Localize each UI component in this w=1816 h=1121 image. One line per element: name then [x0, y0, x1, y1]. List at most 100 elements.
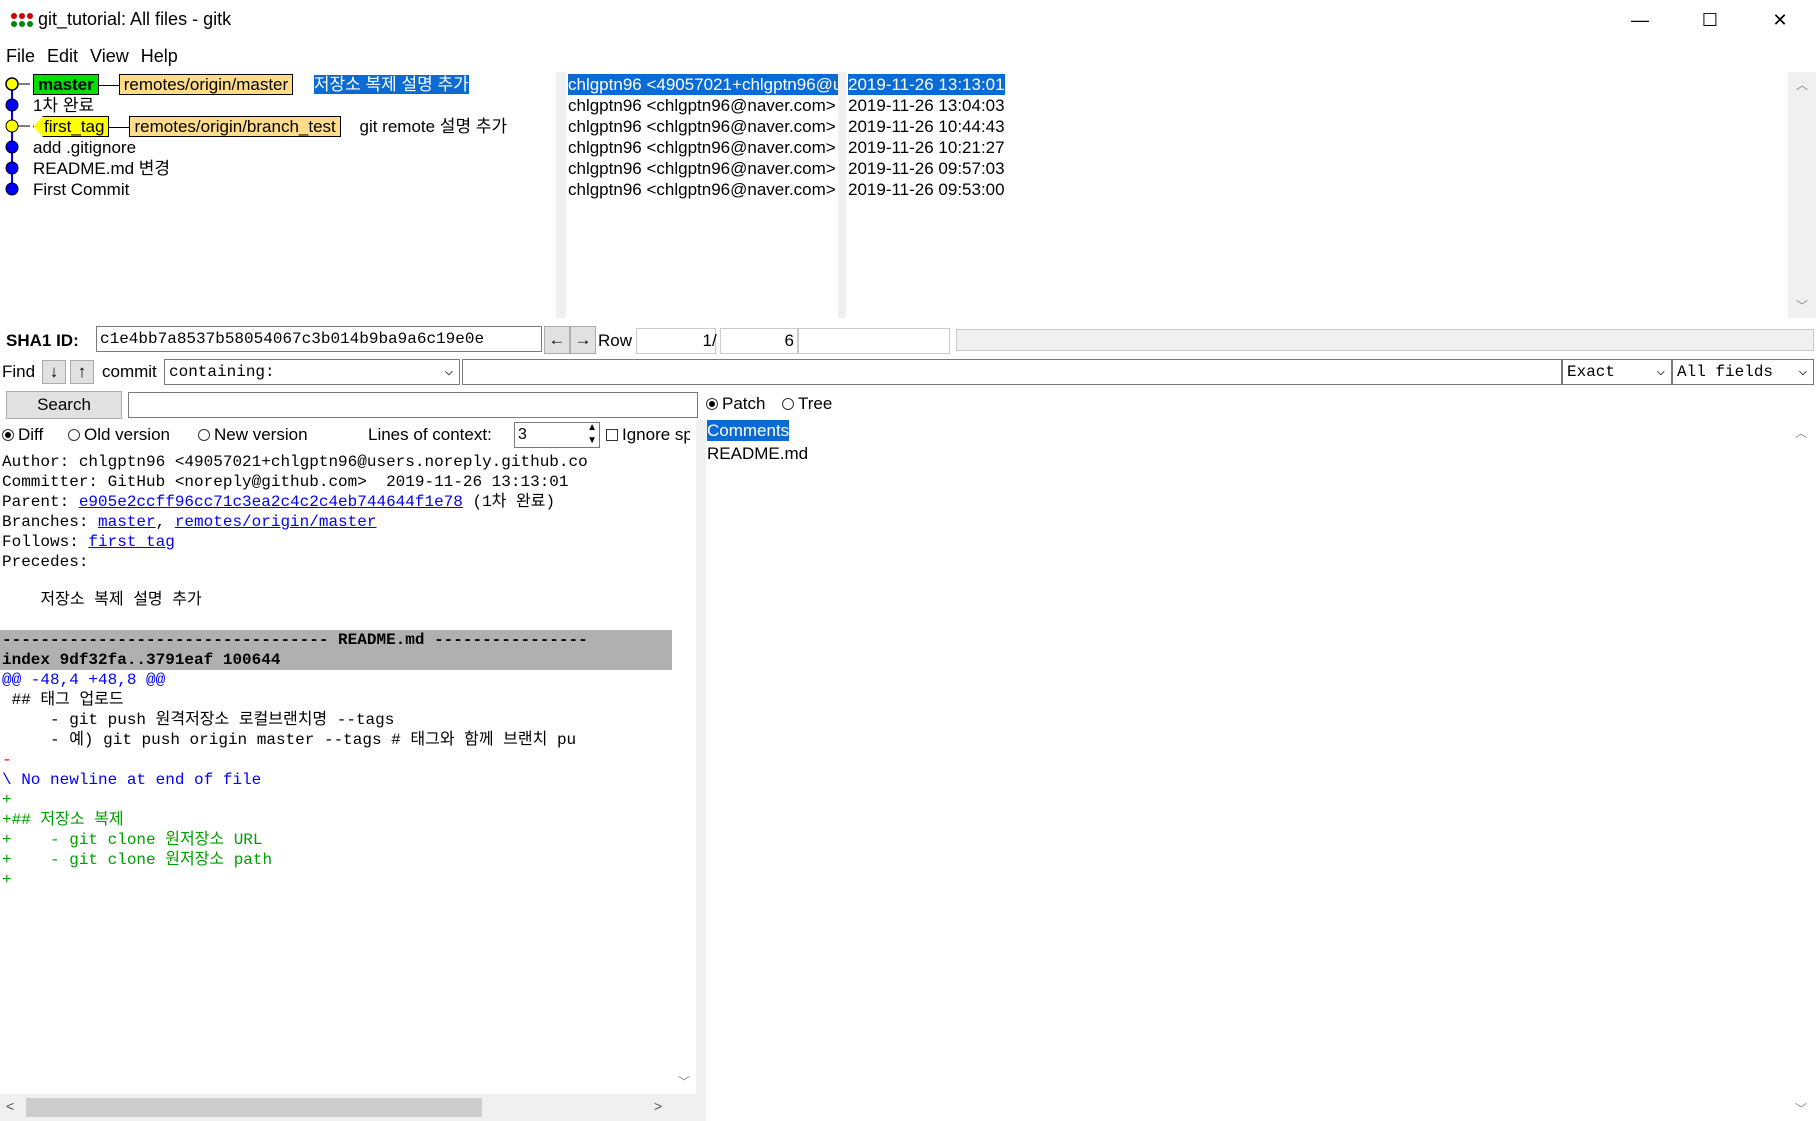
context-spinbox[interactable]: 3 ▲ ▼	[514, 422, 600, 448]
old-version-label: Old version	[84, 425, 170, 444]
commit-row[interactable]: first_tag remotes/origin/branch_test git …	[33, 116, 507, 137]
find-next-down-icon[interactable]: ↓	[42, 360, 66, 384]
menu-view[interactable]: View	[84, 44, 135, 69]
patch-radio[interactable]: Patch	[706, 394, 765, 414]
diff-vertical-scrollbar[interactable]: ﹀	[672, 452, 696, 1094]
date-cell: 2019-11-26 13:13:01	[848, 74, 1005, 95]
scroll-down-icon[interactable]: ﹀	[672, 1073, 696, 1090]
search-button[interactable]: Search	[6, 391, 122, 419]
graph-node[interactable]	[5, 161, 19, 175]
find-prev-up-icon[interactable]: ↑	[70, 360, 94, 384]
scroll-up-icon[interactable]: ︿	[1788, 76, 1816, 93]
pane-sash[interactable]	[556, 72, 566, 318]
spinner-arrows-icon[interactable]: ▲ ▼	[587, 421, 597, 447]
status-field	[798, 328, 950, 354]
new-version-radio[interactable]: New version	[198, 425, 308, 445]
commit-row[interactable]: master remotes/origin/master 저장소 복제 설명 추가	[33, 74, 469, 95]
pane-sash[interactable]	[696, 420, 706, 1121]
sha1-input[interactable]: c1e4bb7a8537b58054067c3b014b9ba9a6c19e0e	[96, 326, 542, 352]
commit-graph-pane[interactable]: master remotes/origin/master 저장소 복제 설명 추가…	[0, 72, 556, 318]
old-version-radio[interactable]: Old version	[68, 425, 170, 445]
chevron-down-icon: ⌵	[1656, 364, 1665, 380]
maximize-button[interactable]: ☐	[1676, 0, 1744, 40]
diff-no-newline-line: \ No newline at end of file	[2, 771, 262, 789]
new-version-label: New version	[214, 425, 308, 444]
diff-added-line: + - git clone 원저장소 path	[2, 851, 273, 869]
find-input[interactable]	[462, 359, 1562, 385]
chevron-down-icon: ⌵	[1798, 364, 1807, 380]
author-cell: chlgptn96 <chlgptn96@naver.com>	[568, 96, 836, 115]
diff-pane[interactable]: Author: chlgptn96 <49057021+chlgptn96@us…	[0, 452, 672, 1094]
diff-added-line: +## 저장소 복제	[2, 811, 124, 829]
minimize-button[interactable]: —	[1606, 0, 1674, 40]
ignore-space-label: Ignore sp	[622, 425, 690, 444]
radio-selected-icon	[2, 429, 14, 441]
author-pane[interactable]: chlgptn96 <49057021+chlgptn96@users.nore…	[566, 72, 838, 318]
scroll-left-icon[interactable]: <	[6, 1098, 14, 1114]
date-cell: 2019-11-26 10:21:27	[848, 138, 1005, 157]
commit-subject: add .gitignore	[33, 138, 137, 157]
branch-link-master[interactable]: master	[98, 513, 156, 531]
tag-link-first-tag[interactable]: first_tag	[88, 533, 174, 551]
date-pane[interactable]: 2019-11-26 13:13:01 2019-11-26 13:04:03 …	[846, 72, 1788, 318]
tree-radio[interactable]: Tree	[782, 394, 832, 414]
find-fields-select[interactable]: All fields ⌵	[1672, 359, 1814, 385]
graph-node[interactable]	[5, 98, 19, 112]
file-list-scrollbar[interactable]: ︿ ﹀	[1786, 420, 1816, 1121]
parent-hash-link[interactable]: e905e2ccff96cc71c3ea2c4c2c4eb744644f1e78	[79, 493, 463, 511]
graph-node[interactable]	[5, 140, 19, 154]
commit-subject: First Commit	[33, 180, 130, 199]
file-list-pane[interactable]: Comments README.md	[706, 420, 1786, 1120]
graph-node[interactable]	[5, 119, 19, 133]
menu-edit[interactable]: Edit	[41, 44, 84, 69]
menu-help[interactable]: Help	[135, 44, 184, 69]
file-item-readme[interactable]: README.md	[707, 443, 808, 464]
search-input[interactable]	[128, 392, 698, 418]
diff-added-line: +	[2, 871, 12, 889]
forward-arrow-icon[interactable]: →	[570, 326, 596, 354]
branch-link-origin-master[interactable]: remotes/origin/master	[175, 513, 377, 531]
radio-icon	[68, 429, 80, 441]
commit-subject: 1차 완료	[33, 96, 95, 115]
menu-file[interactable]: File	[0, 44, 41, 69]
scroll-right-icon[interactable]: >	[654, 1098, 662, 1114]
diff-radio[interactable]: Diff	[2, 425, 43, 445]
close-button[interactable]: ✕	[1746, 0, 1814, 40]
diff-hunk-header: @@ -48,4 +48,8 @@	[2, 671, 166, 689]
commit-row[interactable]: add .gitignore	[33, 137, 136, 158]
author-cell: chlgptn96 <chlgptn96@naver.com>	[568, 159, 836, 178]
commit-list-scrollbar[interactable]: ︿ ﹀	[1788, 72, 1816, 318]
commit-message: 저장소 복제 설명 추가	[2, 591, 202, 609]
commit-row[interactable]: First Commit	[33, 179, 129, 200]
pane-sash[interactable]	[838, 72, 846, 318]
diff-label: Diff	[18, 425, 44, 444]
commit-row[interactable]: 1차 완료	[33, 95, 94, 116]
scroll-up-icon[interactable]: ︿	[1786, 424, 1816, 441]
diff-horizontal-scrollbar[interactable]: < >	[0, 1094, 696, 1121]
scroll-thumb[interactable]	[26, 1098, 482, 1117]
diff-added-line: + - git clone 원저장소 URL	[2, 831, 263, 849]
graph-node[interactable]	[5, 182, 19, 196]
author-cell: chlgptn96 <chlgptn96@naver.com>	[568, 117, 836, 136]
find-match-select[interactable]: Exact ⌵	[1562, 359, 1672, 385]
ignore-space-checkbox[interactable]: Ignore sp	[606, 425, 690, 445]
branches-line: Branches: master, remotes/origin/master	[2, 512, 376, 532]
checkbox-icon	[606, 429, 618, 441]
commit-subject: README.md 변경	[33, 159, 171, 178]
window-title: git_tutorial: All files - gitk	[38, 9, 232, 29]
date-cell: 2019-11-26 10:44:43	[848, 117, 1005, 136]
graph-node-head[interactable]	[5, 77, 19, 91]
diff-index-line: index 9df32fa..3791eaf 100644	[0, 650, 672, 670]
commit-row[interactable]: README.md 변경	[33, 158, 170, 179]
date-cell: 2019-11-26 13:04:03	[848, 96, 1005, 115]
diff-file-header: ---------------------------------- READM…	[0, 630, 672, 650]
gitk-app-icon	[11, 13, 33, 27]
back-arrow-icon[interactable]: ←	[544, 326, 570, 354]
find-type[interactable]: commit	[102, 362, 157, 382]
scroll-down-icon[interactable]: ﹀	[1788, 297, 1816, 314]
context-label: Lines of context:	[368, 425, 492, 444]
scroll-down-icon[interactable]: ﹀	[1786, 1100, 1816, 1117]
author-cell: chlgptn96 <chlgptn96@naver.com>	[568, 180, 836, 199]
find-mode-select[interactable]: containing: ⌵	[164, 359, 460, 385]
comments-item[interactable]: Comments	[707, 420, 790, 441]
